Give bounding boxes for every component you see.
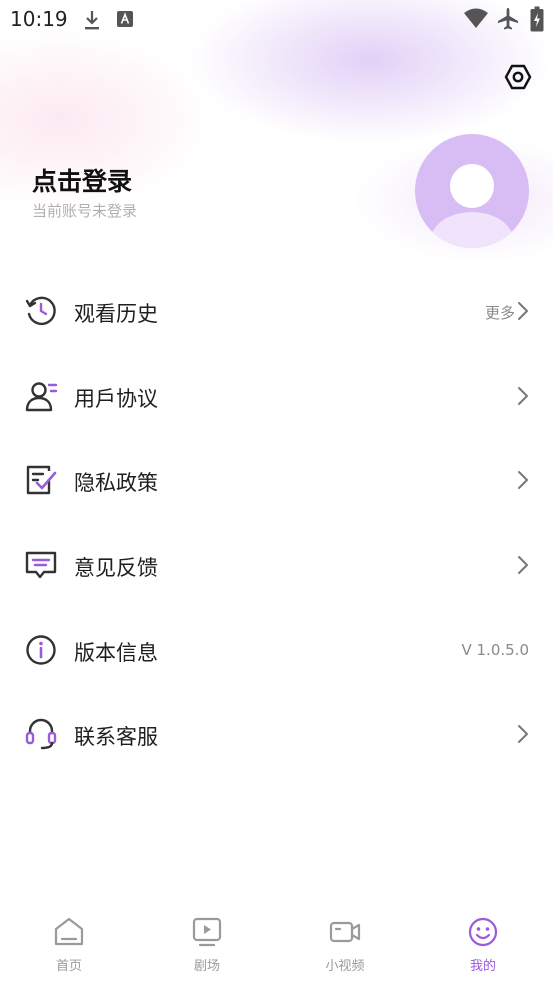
history-icon [25, 296, 56, 326]
menu-label: 用戶协议 [74, 386, 158, 411]
chevron-right-icon [518, 386, 528, 405]
smiley-icon [468, 917, 498, 947]
download-icon [85, 11, 99, 30]
settings-hexagon-icon [504, 64, 532, 90]
theater-icon [192, 917, 222, 947]
chevron-right-icon [518, 556, 528, 575]
video-camera-icon [329, 921, 361, 943]
avatar[interactable] [415, 134, 529, 248]
bottom-tab-bar: 首页 剧场 小视频 我的 [0, 900, 553, 984]
tab-short-video[interactable]: 小视频 [276, 900, 414, 984]
battery-charging-icon [530, 6, 544, 32]
menu-label: 联系客服 [74, 725, 158, 750]
user-agreement-icon [25, 381, 58, 411]
menu-item-customer-service[interactable]: 联系客服 [0, 691, 553, 776]
tab-label: 我的 [469, 959, 496, 974]
keyboard-a-icon [117, 11, 133, 27]
menu-item-privacy-policy[interactable]: 隐私政策 [0, 437, 553, 522]
menu-item-version-info[interactable]: 版本信息 V 1.0.5.0 [0, 607, 553, 692]
airplane-mode-icon [498, 8, 518, 30]
tab-label: 首页 [55, 959, 82, 974]
status-bar: 10:19 [0, 0, 553, 38]
menu-label: 意见反馈 [74, 556, 158, 581]
wifi-icon [464, 8, 488, 28]
headset-icon [25, 719, 57, 750]
menu-item-watch-history[interactable]: 观看历史 更多 [0, 268, 553, 353]
menu-item-feedback[interactable]: 意见反馈 [0, 522, 553, 607]
chevron-right-icon [518, 471, 528, 490]
default-user-avatar-icon [430, 164, 514, 248]
chevron-right-icon [518, 725, 528, 744]
login-status-text: 当前账号未登录 [32, 202, 138, 220]
tab-label: 小视频 [325, 959, 365, 974]
info-icon [26, 635, 56, 665]
version-number: V 1.0.5.0 [461, 640, 529, 659]
feedback-icon [25, 551, 57, 579]
menu-label: 隐私政策 [74, 471, 158, 496]
menu-label: 观看历史 [74, 302, 158, 326]
tab-theater[interactable]: 剧场 [138, 900, 276, 984]
status-time: 10:19 [10, 7, 68, 31]
chevron-right-icon [518, 302, 528, 320]
login-prompt[interactable]: 点击登录 [32, 162, 132, 198]
tab-home[interactable]: 首页 [0, 900, 138, 984]
settings-button[interactable] [503, 62, 533, 92]
settings-menu: 观看历史 更多 用戶协议 隐私政策 意见反馈 版本信息 V 1.0.5.0 联系… [0, 268, 553, 776]
home-icon [54, 917, 84, 946]
tab-label: 剧场 [193, 959, 220, 974]
privacy-policy-icon [26, 466, 57, 495]
more-link[interactable]: 更多 [485, 302, 515, 323]
tab-mine[interactable]: 我的 [414, 900, 552, 984]
menu-item-user-agreement[interactable]: 用戶协议 [0, 353, 553, 438]
menu-label: 版本信息 [74, 640, 158, 665]
